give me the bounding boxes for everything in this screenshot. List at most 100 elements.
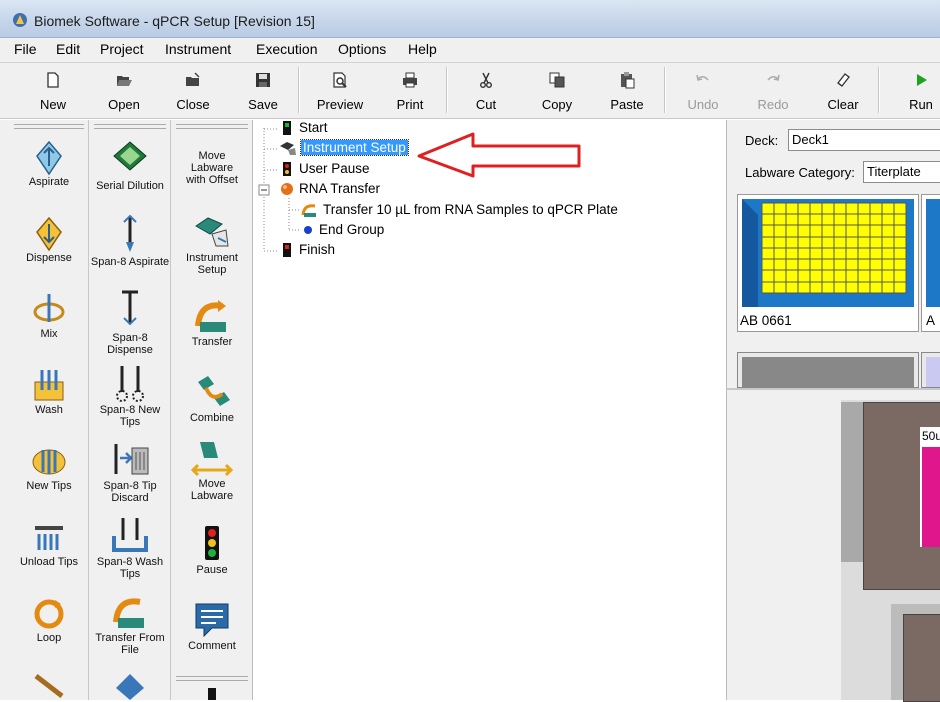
paste-label: Paste: [610, 97, 644, 112]
close-button[interactable]: Close: [170, 63, 216, 117]
deck-position[interactable]: [891, 604, 940, 702]
step-transfer[interactable]: Transfer: [172, 296, 252, 348]
finish-flag-icon: [283, 243, 291, 258]
open-button[interactable]: Open: [100, 63, 148, 117]
save-label: Save: [248, 97, 278, 112]
tree-node-finish[interactable]: Finish: [279, 242, 335, 260]
wash-icon: [34, 370, 64, 401]
step-aspirate[interactable]: Aspirate: [10, 140, 88, 188]
loop-icon: [34, 599, 64, 629]
step-comment[interactable]: Comment: [172, 600, 252, 652]
step-mix[interactable]: Mix: [10, 292, 88, 340]
step-move-labware-with-offset[interactable]: Move Labware with Offset: [172, 150, 252, 186]
step-unload-tips[interactable]: Unload Tips: [10, 520, 88, 568]
biomek-app-icon: [13, 13, 27, 27]
step-span8-new-tips-label: Span-8 New Tips: [99, 404, 161, 428]
new-tips-icon: [32, 449, 66, 475]
cut-button[interactable]: Cut: [462, 63, 510, 117]
step-span8-dispense[interactable]: Span-8 Dispense: [90, 288, 170, 356]
new-button[interactable]: New: [30, 63, 76, 117]
menu-instrument[interactable]: Instrument: [165, 41, 231, 57]
menu-project[interactable]: Project: [100, 41, 144, 57]
move-labware-icon: [190, 442, 234, 477]
menu-help[interactable]: Help: [408, 41, 437, 57]
step-span8-new-tips[interactable]: Span-8 New Tips: [90, 364, 170, 428]
labware-thumbnail: [926, 357, 940, 387]
paste-button[interactable]: Paste: [602, 63, 652, 117]
partial-step-icon: [116, 674, 144, 700]
tree-node-instrument-setup[interactable]: Instrument Setup: [279, 139, 409, 158]
labware-tile[interactable]: A: [921, 194, 940, 332]
menu-options[interactable]: Options: [338, 41, 386, 57]
deck-field[interactable]: Deck1: [788, 129, 940, 151]
close-label: Close: [176, 97, 210, 112]
step-span8-aspirate-label: Span-8 Aspirate: [90, 256, 170, 268]
serial-dilution-icon: [113, 141, 147, 171]
tree-node-user-pause[interactable]: User Pause: [279, 161, 370, 179]
tree-node-label: Instrument Setup: [300, 139, 409, 156]
step-mix-label: Mix: [40, 328, 58, 340]
toolbar-separator: [446, 67, 448, 113]
step-instrument-setup-label: Instrument Setup: [186, 252, 238, 276]
labware-category-field[interactable]: Titerplate: [863, 161, 940, 183]
step-dispense[interactable]: Dispense: [10, 216, 88, 264]
tree-node-rna-transfer[interactable]: RNA Transfer: [279, 181, 380, 199]
sample-plate: [922, 447, 940, 547]
deck-position-inner: [903, 614, 940, 702]
menu-file[interactable]: File: [14, 41, 37, 57]
title-bar: Biomek Software - qPCR Setup [Revision 1…: [0, 0, 940, 38]
step-move-labware[interactable]: Move Labware: [172, 438, 252, 502]
clear-button[interactable]: Clear: [820, 63, 866, 117]
deck-view[interactable]: 50u: [841, 400, 940, 702]
dispense-icon: [36, 216, 62, 252]
labware-on-deck: 50u: [920, 427, 940, 547]
run-button[interactable]: Run: [902, 63, 940, 117]
deck-position[interactable]: 50u: [863, 402, 940, 590]
step-transfer-from-file[interactable]: Transfer From File: [90, 592, 170, 656]
redo-button[interactable]: Redo: [750, 63, 796, 117]
run-play-icon: [917, 74, 927, 86]
step-pause-label: Pause: [196, 564, 228, 576]
labware-tile[interactable]: [737, 352, 919, 388]
span8-aspirate-icon: [123, 214, 137, 252]
step-instrument-setup[interactable]: Instrument Setup: [172, 212, 252, 276]
save-button[interactable]: Save: [240, 63, 286, 117]
aspirate-icon: [36, 140, 62, 176]
deck-edge: [841, 402, 863, 562]
palette-column-3: Move Labware with Offset Instrument Setu…: [172, 120, 252, 700]
toolbar-separator: [664, 67, 666, 113]
preview-button[interactable]: Preview: [310, 63, 370, 117]
step-transfer-label: Transfer: [191, 336, 233, 348]
step-span8-wash-tips[interactable]: Span-8 Wash Tips: [90, 516, 170, 580]
transfer-icon: [301, 204, 316, 218]
undo-button[interactable]: Undo: [680, 63, 726, 117]
toolbar-separator: [878, 67, 880, 113]
step-combine[interactable]: Combine: [172, 372, 252, 424]
menu-execution[interactable]: Execution: [256, 41, 317, 57]
palette-column-1: Aspirate Dispense Mix Wash New Tips Unlo…: [10, 120, 89, 700]
step-serial-dilution[interactable]: Serial Dilution: [90, 138, 170, 192]
step-unload-tips-label: Unload Tips: [19, 556, 79, 568]
copy-button[interactable]: Copy: [532, 63, 582, 117]
labware-tile[interactable]: AB 0661: [737, 194, 919, 332]
tree-node-start[interactable]: Start: [279, 120, 328, 138]
step-pause[interactable]: Pause: [172, 524, 252, 576]
print-button[interactable]: Print: [386, 63, 434, 117]
run-label: Run: [909, 97, 933, 112]
step-span8-tip-discard[interactable]: Span-8 Tip Discard: [90, 440, 170, 504]
tree-node-label: End Group: [319, 222, 385, 237]
step-wash-label: Wash: [35, 404, 63, 416]
step-new-tips[interactable]: New Tips: [10, 444, 88, 492]
step-span8-aspirate[interactable]: Span-8 Aspirate: [90, 212, 170, 268]
tree-node-transfer[interactable]: Transfer 10 µL from RNA Samples to qPCR …: [301, 202, 618, 220]
tree-node-end-group[interactable]: End Group: [301, 222, 384, 240]
step-wash[interactable]: Wash: [10, 368, 88, 416]
step-palette: Aspirate Dispense Mix Wash New Tips Unlo…: [0, 120, 253, 700]
labware-tile[interactable]: [921, 352, 940, 388]
save-disk-icon: [256, 73, 270, 87]
step-loop[interactable]: Loop: [10, 596, 88, 644]
toolbar: New Open Close Save Preview Print Cut Co…: [0, 63, 940, 119]
transfer-from-file-icon: [113, 598, 144, 628]
paste-icon: [621, 72, 635, 89]
menu-edit[interactable]: Edit: [56, 41, 80, 57]
